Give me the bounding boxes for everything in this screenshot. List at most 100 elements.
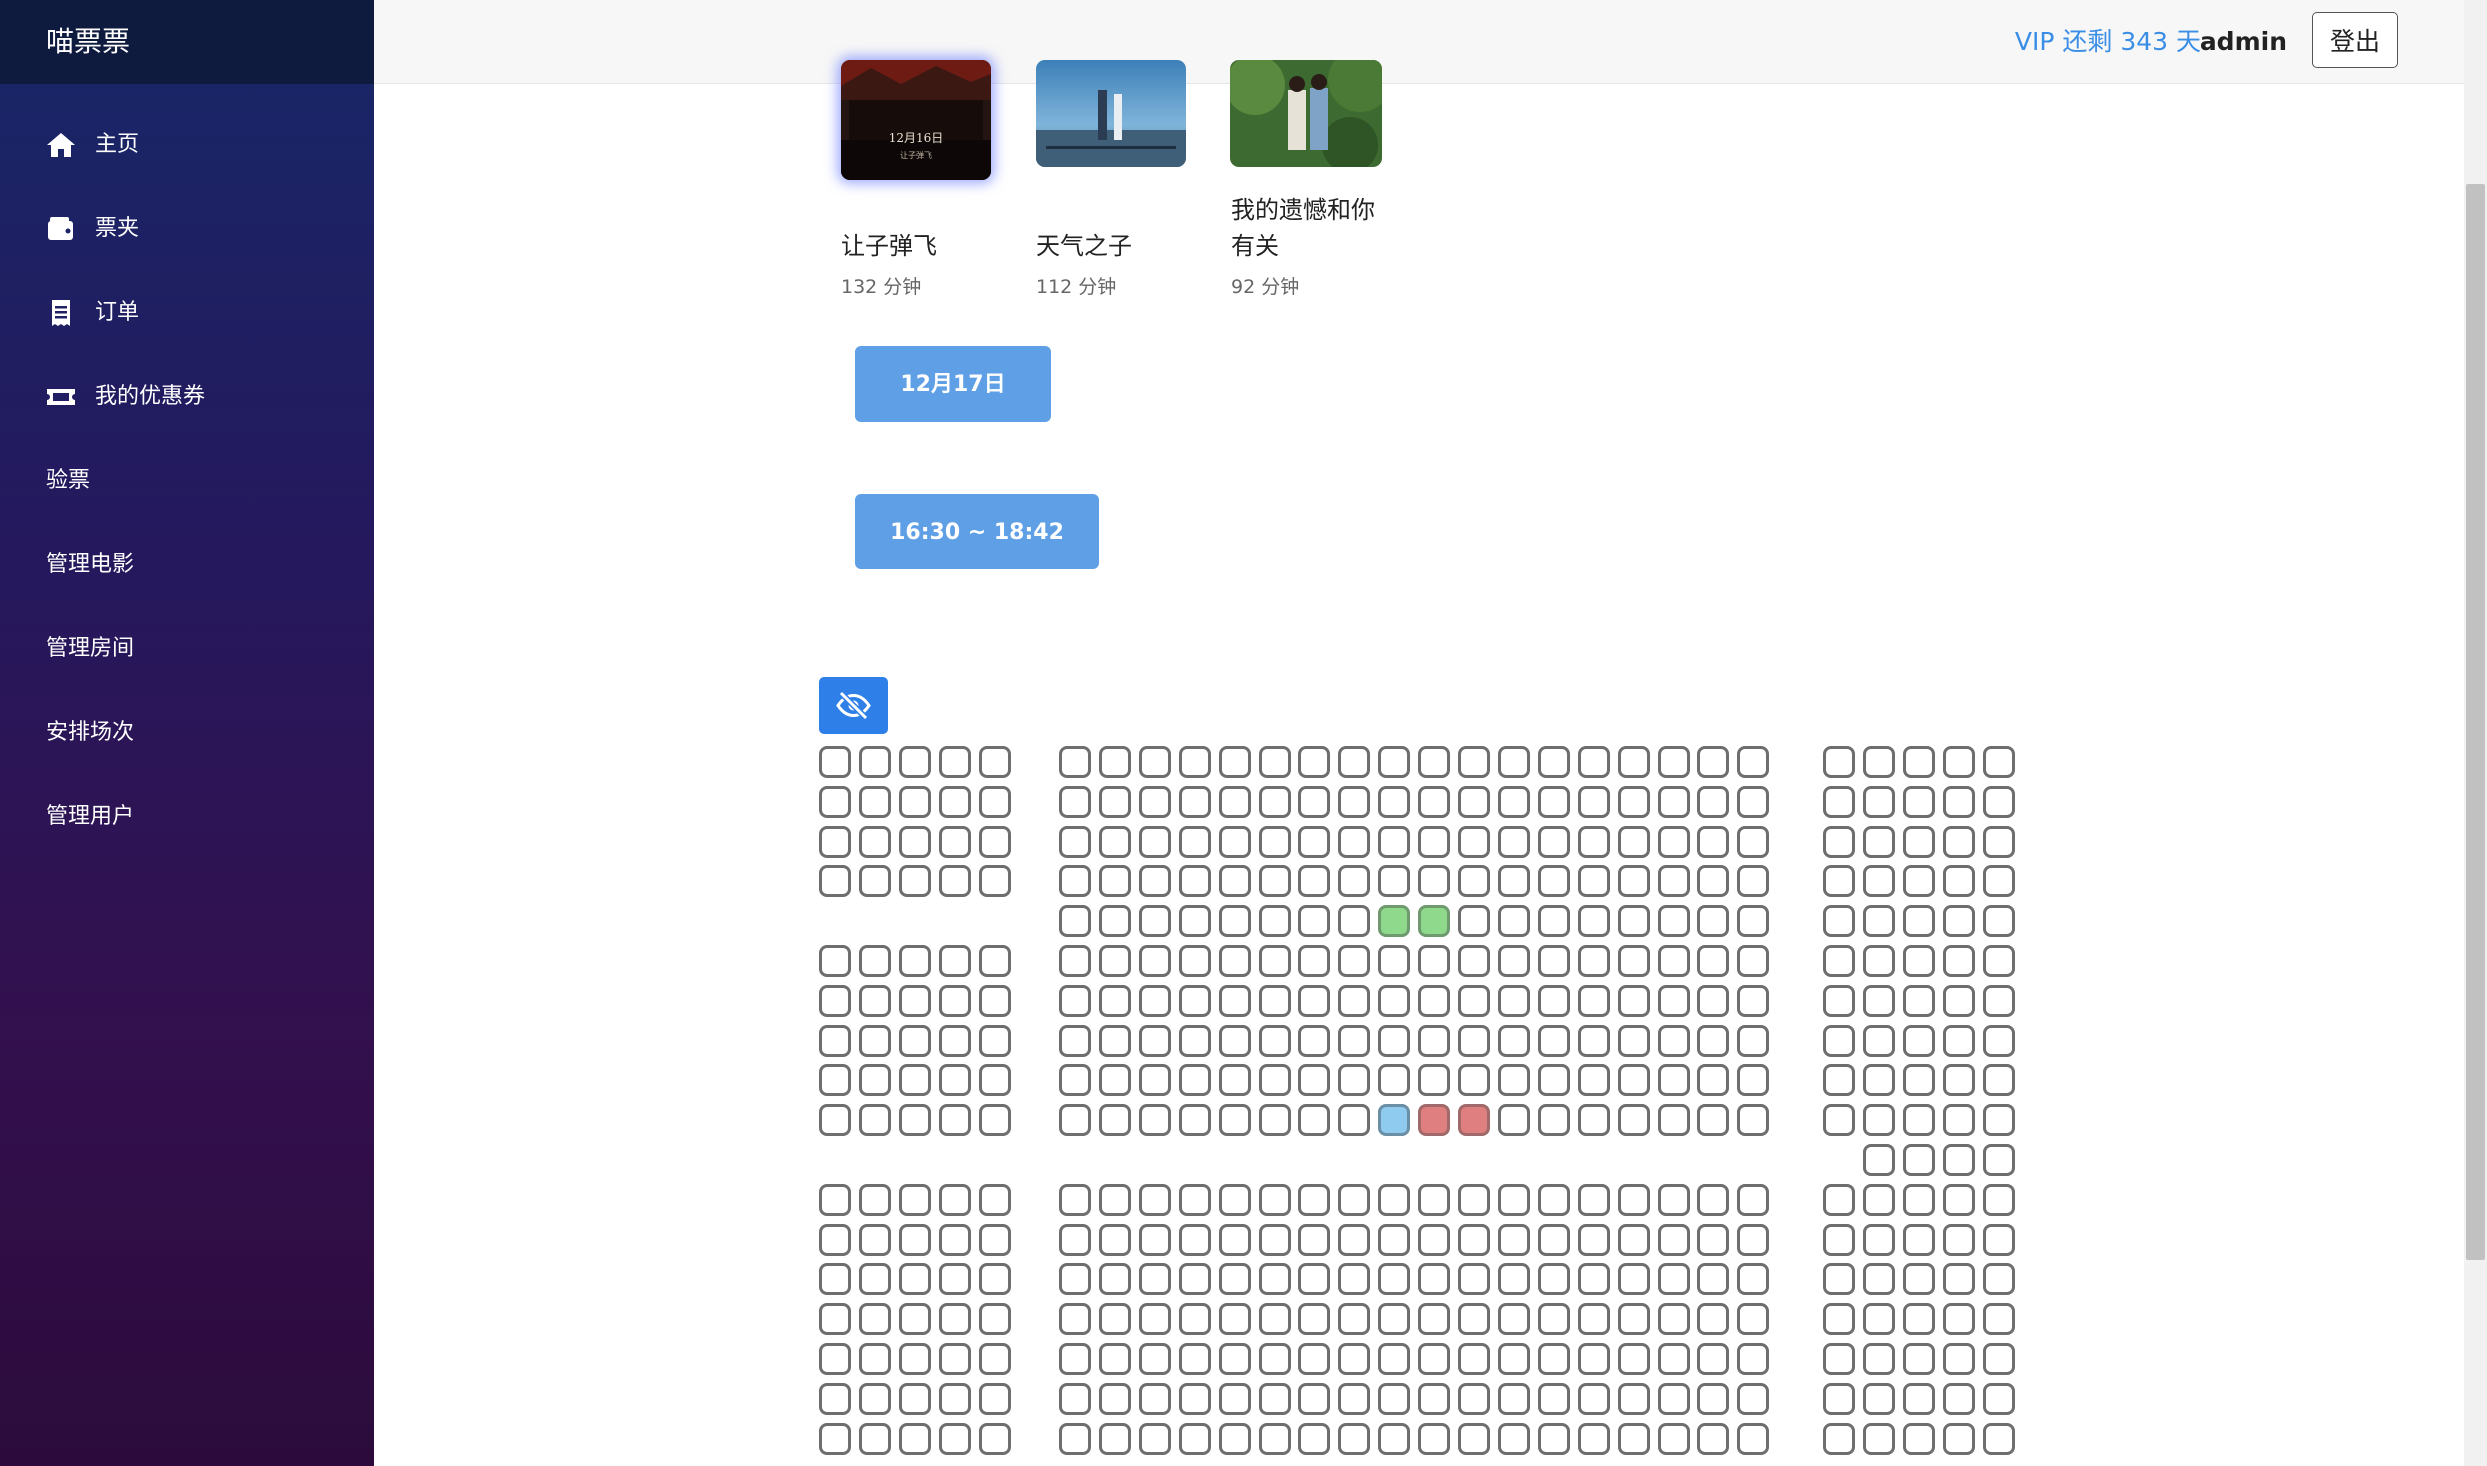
seat[interactable] [1538, 945, 1570, 977]
seat[interactable] [1737, 826, 1769, 858]
seat[interactable] [1983, 905, 2015, 937]
seat[interactable] [1179, 1263, 1211, 1295]
sidebar-item-manage-rooms[interactable]: 管理房间 [0, 607, 374, 691]
seat[interactable] [1983, 1343, 2015, 1375]
seat[interactable] [1378, 1343, 1410, 1375]
seat[interactable] [1658, 1064, 1690, 1096]
seat[interactable] [1697, 1383, 1729, 1415]
seat[interactable] [1578, 985, 1610, 1017]
seat[interactable] [859, 1104, 891, 1136]
seat[interactable] [1338, 1343, 1370, 1375]
seat[interactable] [899, 1184, 931, 1216]
seat[interactable] [1943, 865, 1975, 897]
seat[interactable] [1823, 945, 1855, 977]
seat[interactable] [1298, 746, 1330, 778]
seat[interactable] [1418, 985, 1450, 1017]
seat[interactable] [1338, 786, 1370, 818]
seat[interactable] [1697, 905, 1729, 937]
seat[interactable] [939, 1423, 971, 1455]
seat[interactable] [1458, 1224, 1490, 1256]
seat[interactable] [1823, 1423, 1855, 1455]
seat[interactable] [1983, 1224, 2015, 1256]
seat[interactable] [1298, 1383, 1330, 1415]
seat[interactable] [1823, 1224, 1855, 1256]
seat[interactable] [1059, 1263, 1091, 1295]
seat[interactable] [1139, 1184, 1171, 1216]
seat[interactable] [1863, 1104, 1895, 1136]
seat[interactable] [1259, 1025, 1291, 1057]
seat[interactable] [1498, 1064, 1530, 1096]
seat[interactable] [1697, 1025, 1729, 1057]
seat[interactable] [819, 865, 851, 897]
seat[interactable] [1059, 865, 1091, 897]
seat[interactable] [1823, 1104, 1855, 1136]
seat[interactable] [1259, 1423, 1291, 1455]
seat[interactable] [1618, 1224, 1650, 1256]
seat[interactable] [1498, 1303, 1530, 1335]
seat[interactable] [1618, 826, 1650, 858]
seat[interactable] [899, 1303, 931, 1335]
seat[interactable] [1538, 786, 1570, 818]
seat[interactable] [1943, 1184, 1975, 1216]
seat[interactable] [1099, 985, 1131, 1017]
seat[interactable] [899, 1263, 931, 1295]
seat[interactable] [1618, 1383, 1650, 1415]
seat[interactable] [1418, 1423, 1450, 1455]
seat[interactable] [1219, 905, 1251, 937]
seat[interactable] [1458, 826, 1490, 858]
seat[interactable] [1823, 1025, 1855, 1057]
seat[interactable] [1823, 905, 1855, 937]
seat[interactable] [1059, 1025, 1091, 1057]
brand[interactable]: 喵票票 [0, 0, 374, 84]
seat[interactable] [1863, 865, 1895, 897]
seat[interactable] [1943, 1104, 1975, 1136]
seat[interactable] [1219, 1104, 1251, 1136]
seat[interactable] [1943, 1263, 1975, 1295]
seat[interactable] [1179, 786, 1211, 818]
seat[interactable] [1378, 826, 1410, 858]
seat[interactable] [1418, 1224, 1450, 1256]
seat[interactable] [1943, 1025, 1975, 1057]
seat[interactable] [979, 1423, 1011, 1455]
seat[interactable] [1697, 945, 1729, 977]
seat[interactable] [1099, 1423, 1131, 1455]
seat[interactable] [1983, 1423, 2015, 1455]
seat[interactable] [1219, 1064, 1251, 1096]
seat[interactable] [1059, 1423, 1091, 1455]
seat[interactable] [1259, 905, 1291, 937]
seat[interactable] [1259, 826, 1291, 858]
seat[interactable] [1737, 1303, 1769, 1335]
seat[interactable] [1418, 1184, 1450, 1216]
seat[interactable] [819, 1184, 851, 1216]
seat[interactable] [859, 985, 891, 1017]
seat[interactable] [1298, 786, 1330, 818]
seat[interactable] [1863, 826, 1895, 858]
seat[interactable] [1658, 1224, 1690, 1256]
seat[interactable] [859, 865, 891, 897]
seat[interactable] [1983, 786, 2015, 818]
seat[interactable] [899, 1343, 931, 1375]
seat[interactable] [1378, 1303, 1410, 1335]
seat[interactable] [1298, 985, 1330, 1017]
seat[interactable] [1139, 1104, 1171, 1136]
sidebar-item-wallet[interactable]: 票夹 [0, 187, 374, 271]
seat[interactable] [1219, 1383, 1251, 1415]
seat[interactable] [1943, 1144, 1975, 1176]
seat[interactable] [1863, 1383, 1895, 1415]
seat[interactable] [1903, 1224, 1935, 1256]
seat[interactable] [1983, 1263, 2015, 1295]
seat[interactable] [1578, 786, 1610, 818]
date-button[interactable]: 12月17日 [855, 346, 1051, 422]
seat[interactable] [1697, 1064, 1729, 1096]
seat[interactable] [859, 1343, 891, 1375]
seat[interactable] [1903, 1104, 1935, 1136]
seat[interactable] [1219, 1343, 1251, 1375]
seat[interactable] [1983, 1144, 2015, 1176]
seat[interactable] [1498, 865, 1530, 897]
seat[interactable] [1179, 746, 1211, 778]
seat[interactable] [1863, 985, 1895, 1017]
seat[interactable] [1943, 1303, 1975, 1335]
movie-poster[interactable]: 12月16日 让子弹飞 [841, 60, 991, 180]
seat[interactable] [819, 1303, 851, 1335]
seat[interactable] [1983, 1184, 2015, 1216]
